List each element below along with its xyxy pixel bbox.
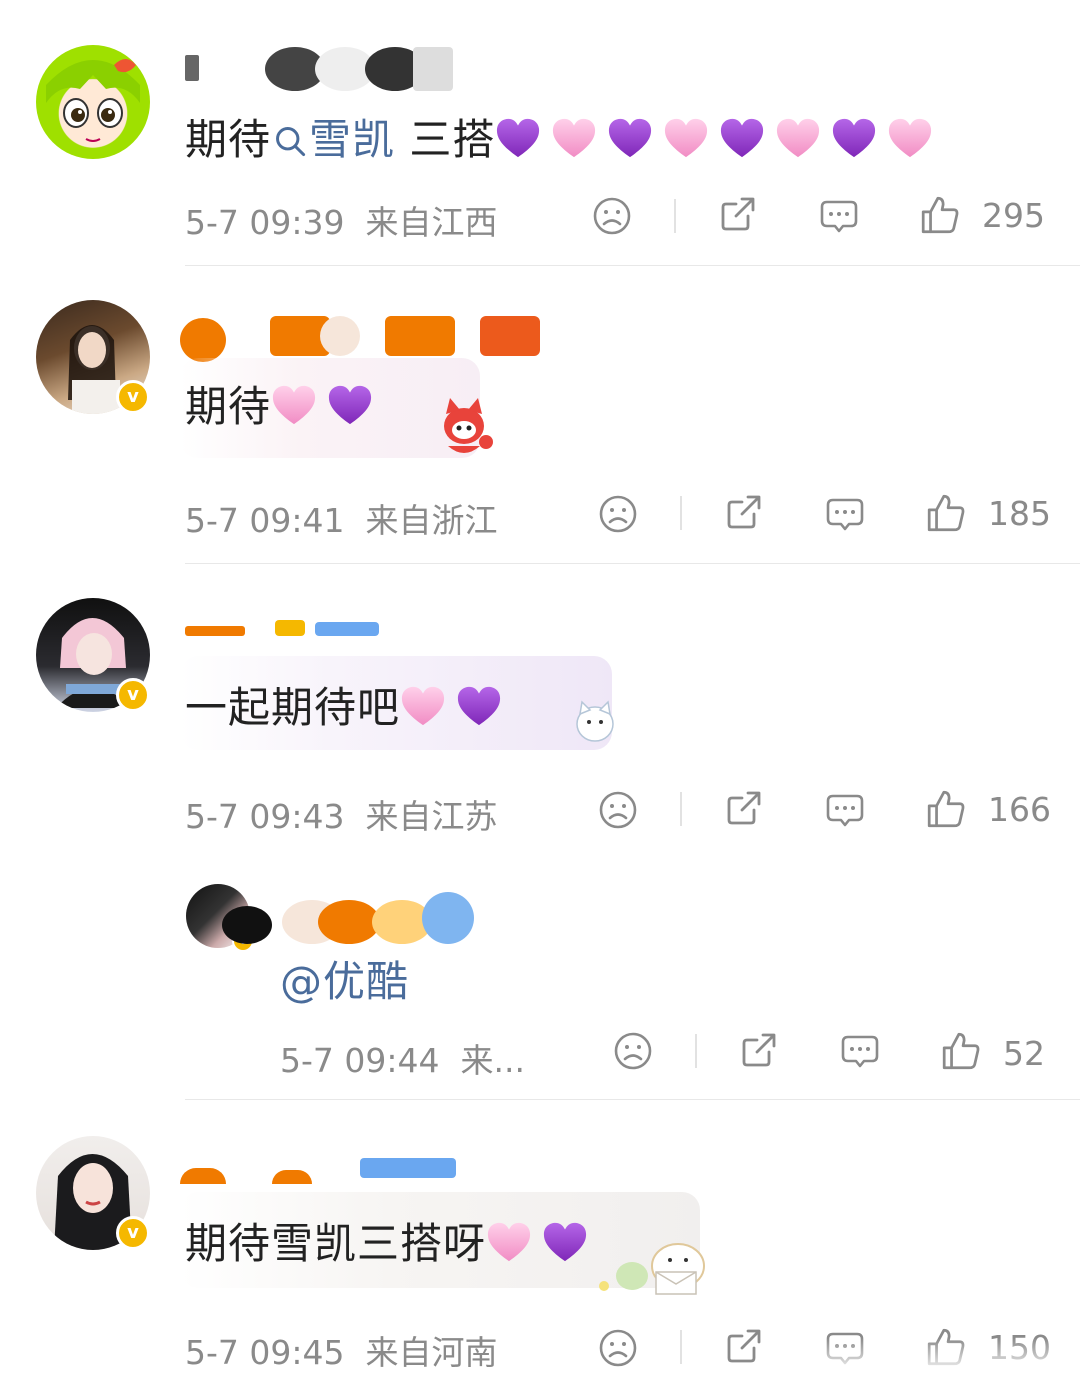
divider [695,1034,697,1068]
frown-icon[interactable] [598,494,638,534]
pink-heart-icon [271,383,317,427]
purple-heart-icon [719,116,765,160]
pink-heart-icon [400,684,446,728]
thumbs-up-icon[interactable] [925,788,967,830]
share-icon[interactable] [724,788,764,828]
comment-item: v 一起期待吧 5-7 09:43 来自江苏 166 [0,564,1080,854]
frown-icon[interactable] [598,790,638,830]
cat-mail-sticker-icon [599,1243,705,1295]
mention-link[interactable]: @优酷 [280,957,409,1006]
share-icon[interactable] [718,194,758,234]
reply-item: v @优酷 5-7 09:44 来... 52 [0,854,1080,1100]
thumbs-up-icon[interactable] [919,194,961,236]
avatar[interactable]: v [36,1136,150,1250]
pink-heart-icon [775,116,821,160]
frown-icon[interactable] [613,1031,653,1071]
username-obscured[interactable] [185,610,385,636]
avatar[interactable] [36,45,150,159]
comment-meta: 5-7 09:39 来自江西 [185,203,498,242]
share-icon[interactable] [724,1326,764,1366]
purple-heart-icon [607,116,653,160]
avatar[interactable]: v [36,300,150,414]
search-icon [273,124,307,158]
fox-sticker-icon [444,398,493,453]
comment-icon[interactable] [825,790,865,830]
comment-item: v 期待雪凯三搭呀 5-7 09:45 来自河南 150 [0,1100,1080,1390]
purple-heart-icon [495,116,541,160]
comment-text: 一起期待吧 [185,674,512,735]
cat-sticker-icon [576,700,614,742]
comment-text: 期待 [185,373,383,434]
username-obscured[interactable] [185,45,455,91]
share-icon[interactable] [739,1030,779,1070]
purple-heart-icon [542,1220,588,1264]
bottom-fade [780,1338,1080,1390]
pink-heart-icon [663,116,709,160]
comment-meta: 5-7 09:41 来自浙江 [185,501,498,540]
comment-item: 期待 雪凯 三搭 5-7 09:39 来自江西 295 [0,0,1080,266]
divider [680,1330,682,1364]
comment-text: 期待 雪凯 三搭 [185,106,943,167]
comment-text: @优酷 [280,948,409,1009]
like-count: 295 [982,196,1045,235]
verified-badge: v [116,678,150,712]
comment-meta: 5-7 09:43 来自江苏 [185,797,498,836]
divider [674,199,676,233]
comment-icon[interactable] [819,196,859,236]
pink-heart-icon [486,1220,532,1264]
comment-text: 期待雪凯三搭呀 [185,1210,598,1271]
purple-heart-icon [831,116,877,160]
thumbs-up-icon[interactable] [925,492,967,534]
divider [680,792,682,826]
pink-heart-icon [551,116,597,160]
username-obscured[interactable] [222,886,482,944]
verified-badge: v [116,1216,150,1250]
purple-heart-icon [456,684,502,728]
pink-heart-icon [887,116,933,160]
verified-badge: v [116,380,150,414]
frown-icon[interactable] [592,196,632,236]
like-count: 52 [1003,1034,1045,1073]
thumbs-up-icon[interactable] [940,1030,982,1072]
username-obscured[interactable] [180,314,540,362]
username-obscured[interactable] [180,1148,460,1184]
comment-icon[interactable] [840,1031,880,1071]
avatar-cartoon-icon [46,59,140,142]
topic-link[interactable]: 雪凯 [271,115,395,164]
share-icon[interactable] [724,492,764,532]
comment-icon[interactable] [825,494,865,534]
like-count: 185 [988,494,1051,533]
avatar[interactable]: v [36,598,150,712]
comment-meta: 5-7 09:45 来自河南 [185,1333,498,1372]
comment-item: v 期待 5-7 09:41 来自浙江 185 [0,266,1080,564]
purple-heart-icon [327,383,373,427]
frown-icon[interactable] [598,1328,638,1368]
comment-meta: 5-7 09:44 来... [280,1041,525,1080]
like-count: 166 [988,790,1051,829]
divider [680,496,682,530]
